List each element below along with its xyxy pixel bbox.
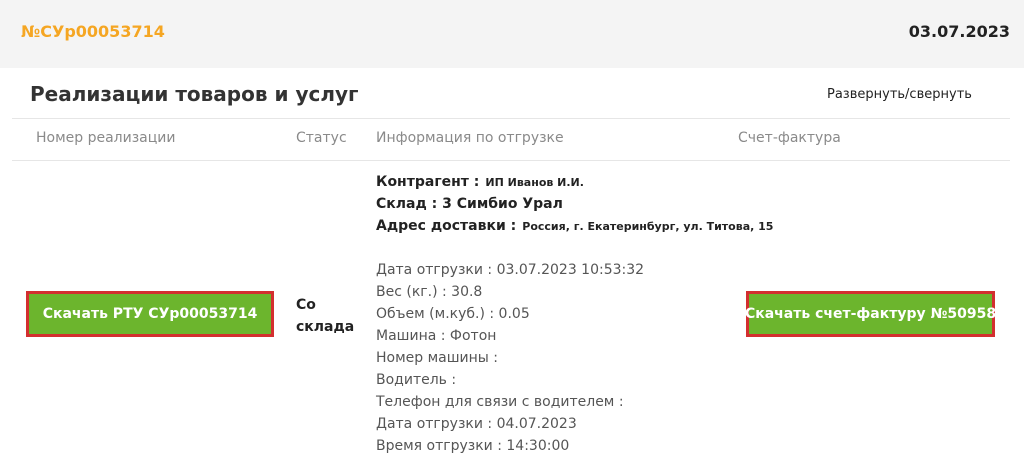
vehicle-number: Номер машины :: [376, 350, 499, 366]
delivery-address-line: Адрес доставки : Россия, г. Екатеринбург,…: [376, 218, 773, 234]
volume: Объем (м.куб.) : 0.05: [376, 306, 530, 322]
counterparty-label: Контрагент :: [376, 174, 480, 190]
status-text-line2: склада: [296, 319, 355, 335]
panel-title: Реализации товаров и услуг: [30, 82, 359, 106]
status-text-line1: Со: [296, 297, 316, 313]
order-number: №СУр00053714: [21, 22, 165, 41]
delivery-address-label: Адрес доставки :: [376, 218, 517, 234]
counterparty-line: Контрагент : ИП Иванов И.И.: [376, 174, 584, 190]
shipment-date: Дата отгрузки : 04.07.2023: [376, 416, 577, 432]
shipment-time: Время отгрузки : 14:30:00: [376, 438, 570, 454]
column-header-status: Статус: [296, 130, 347, 146]
order-date: 03.07.2023: [908, 22, 1010, 41]
divider: [12, 118, 1010, 119]
vehicle: Машина : Фотон: [376, 328, 497, 344]
divider: [12, 160, 1010, 161]
weight: Вес (кг.) : 30.8: [376, 284, 483, 300]
driver-phone: Телефон для связи с водителем :: [376, 394, 624, 410]
shipment-date-time: Дата отгрузки : 03.07.2023 10:53:32: [376, 262, 645, 278]
expand-collapse-link[interactable]: Развернуть/свернуть: [827, 87, 972, 102]
order-header-bar: №СУр00053714 03.07.2023: [0, 0, 1024, 68]
status-cell: Со склада: [296, 294, 356, 338]
delivery-address-value: Россия, г. Екатеринбург, ул. Титова, 15: [522, 220, 774, 233]
column-header-shipment-info: Информация по отгрузке: [376, 130, 564, 146]
warehouse-line: Склад : 3 Симбио Урал: [376, 196, 563, 212]
column-header-realization-number: Номер реализации: [36, 130, 176, 146]
counterparty-value: ИП Иванов И.И.: [485, 176, 584, 189]
driver: Водитель :: [376, 372, 457, 388]
download-rtu-button[interactable]: Скачать РТУ СУр00053714: [26, 291, 274, 337]
column-header-invoice: Счет-фактура: [738, 130, 841, 146]
download-invoice-button[interactable]: Скачать счет-фактуру №50958: [745, 291, 996, 337]
